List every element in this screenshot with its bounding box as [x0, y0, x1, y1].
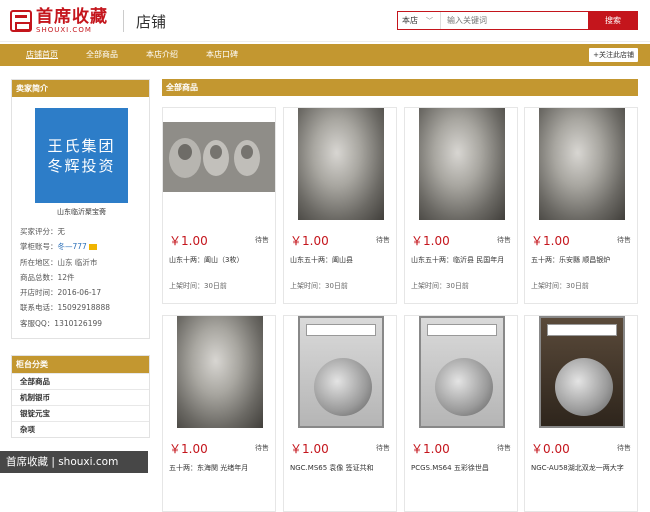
coin-image [435, 358, 493, 416]
product-title[interactable]: PCGS.MS64 五彩徐世昌 [411, 463, 515, 473]
product-title[interactable]: 山东五十两：阖山县 [290, 255, 394, 265]
product-price: ￥0.00 [531, 442, 570, 456]
product-price: ￥1.00 [411, 442, 450, 456]
nav-shop-home[interactable]: 店铺首页 [12, 44, 72, 66]
search-scope-label: 本店 [402, 16, 418, 25]
product-card[interactable]: ￥1.00 待售 五十两：乐安縣 顺昌银炉 上架时间：30日前 [524, 107, 638, 304]
search-scope-select[interactable]: 本店 ﹀ [398, 12, 441, 29]
category-misc[interactable]: 杂项 [12, 421, 149, 437]
product-status: 待售 [497, 236, 511, 244]
shop-avatar-image[interactable]: 王氏集团 冬辉投资 [35, 108, 128, 203]
product-image[interactable] [419, 316, 505, 428]
grading-label [427, 324, 497, 336]
product-date: 上架时间：30日前 [169, 282, 227, 290]
seller-account: 掌柜账号：冬—777 [20, 239, 110, 254]
coin-image [314, 358, 372, 416]
product-card[interactable]: ￥1.00 待售 山东五十两：临沂县 民国年月 上架时间：30日前 [404, 107, 518, 304]
product-card[interactable]: ￥1.00 待售 五十两：东海関 光绪年月 [162, 315, 276, 512]
message-icon[interactable] [88, 244, 97, 251]
product-image[interactable] [298, 108, 384, 220]
seller-info: 买家评分：无 掌柜账号：冬—777 所在地区：山东 临沂市 商品总数：12件 开… [20, 224, 110, 331]
search-button[interactable]: 搜索 [588, 11, 638, 30]
shop-label: 店铺 [136, 13, 167, 31]
shop-avatar-line-1: 王氏集团 [47, 136, 116, 155]
category-silver-ingots[interactable]: 银锭元宝 [12, 405, 149, 421]
product-date: 上架时间：30日前 [411, 282, 469, 290]
product-status: 待售 [617, 236, 631, 244]
search-input[interactable] [441, 12, 588, 29]
product-card[interactable]: ￥0.00 待售 NGC-AU58湖北双龙一两大字 [524, 315, 638, 512]
shop-nav: 店铺首页 全部商品 本店介绍 本店口碑 +关注此店铺 [0, 44, 650, 66]
product-price: ￥1.00 [290, 442, 329, 456]
product-status: 待售 [376, 236, 390, 244]
product-date: 上架时间：30日前 [531, 282, 589, 290]
product-image[interactable] [539, 316, 625, 428]
product-status: 待售 [255, 236, 269, 244]
shop-name[interactable]: 山东临沂聚宝斋 [12, 207, 151, 217]
product-title[interactable]: 五十两：乐安縣 顺昌银炉 [531, 255, 635, 265]
logo-chinese-text: 首席收藏 [36, 7, 108, 27]
all-products-title: 全部商品 [162, 79, 638, 96]
nav-shop-intro[interactable]: 本店介绍 [132, 44, 192, 66]
follow-shop-button[interactable]: +关注此店铺 [589, 48, 638, 62]
nav-all-products[interactable]: 全部商品 [72, 44, 132, 66]
seller-location: 所在地区：山东 临沂市 [20, 257, 98, 267]
category-box: 柜台分类 全部商品 机制银币 银锭元宝 杂项 [11, 355, 150, 438]
product-title[interactable]: NGC.MS65 袁像 签证共和 [290, 463, 394, 473]
chevron-down-icon: ﹀ [426, 16, 433, 25]
product-price: ￥1.00 [411, 234, 450, 248]
site-watermark: 首席收藏 | shouxi.com [0, 451, 148, 473]
product-image[interactable] [419, 108, 505, 220]
category-title: 柜台分类 [12, 356, 149, 373]
product-status: 待售 [497, 444, 511, 452]
grading-label [547, 324, 617, 336]
seller-profile-title: 卖家简介 [12, 80, 149, 97]
product-status: 待售 [617, 444, 631, 452]
grading-label [306, 324, 376, 336]
product-date: 上架时间：30日前 [290, 282, 348, 290]
product-image[interactable] [298, 316, 384, 428]
site-logo[interactable]: 首席收藏 SHOUXI.COM [10, 8, 108, 34]
service-qq: 客服QQ：1310126199 [20, 318, 103, 328]
product-status: 待售 [255, 444, 269, 452]
product-image[interactable] [539, 108, 625, 220]
category-silver-coins[interactable]: 机制银币 [12, 389, 149, 405]
sidebar: 卖家简介 王氏集团 冬辉投资 山东临沂聚宝斋 买家评分：无 掌柜账号：冬—777… [11, 79, 150, 438]
logo-icon [10, 10, 32, 32]
product-title[interactable]: 山东五十两：临沂县 民国年月 [411, 255, 515, 265]
contact-phone: 联系电话：15092918888 [20, 303, 110, 313]
product-card[interactable]: ￥1.00 待售 PCGS.MS64 五彩徐世昌 [404, 315, 518, 512]
product-card[interactable]: ￥1.00 待售 山东十两：阖山（3枚） 上架时间：30日前 [162, 107, 276, 304]
product-price: ￥1.00 [290, 234, 329, 248]
product-image[interactable] [163, 108, 275, 220]
open-date: 开店时间：2016-06-17 [20, 288, 102, 298]
buyer-rating: 买家评分：无 [20, 227, 65, 236]
product-title[interactable]: NGC-AU58湖北双龙一两大字 [531, 463, 635, 473]
site-header: 首席收藏 SHOUXI.COM 店铺 本店 ﹀ 搜索 [0, 0, 650, 42]
seller-account-label: 掌柜账号： [20, 242, 58, 252]
product-status: 待售 [376, 444, 390, 452]
logo-english-text: SHOUXI.COM [36, 26, 92, 34]
product-title[interactable]: 山东十两：阖山（3枚） [169, 255, 273, 265]
category-all[interactable]: 全部商品 [12, 373, 149, 389]
ingot-image [163, 122, 275, 192]
product-card[interactable]: ￥1.00 待售 NGC.MS65 袁像 签证共和 [283, 315, 397, 512]
product-card[interactable]: ￥1.00 待售 山东五十两：阖山县 上架时间：30日前 [283, 107, 397, 304]
product-title[interactable]: 五十两：东海関 光绪年月 [169, 463, 273, 473]
seller-profile: 卖家简介 王氏集团 冬辉投资 山东临沂聚宝斋 买家评分：无 掌柜账号：冬—777… [11, 79, 150, 339]
seller-account-link[interactable]: 冬—777 [58, 242, 87, 251]
header-divider [123, 10, 124, 32]
search-box: 本店 ﹀ [397, 11, 589, 30]
product-count: 商品总数：12件 [20, 272, 75, 282]
product-price: ￥1.00 [169, 234, 208, 248]
nav-shop-reviews[interactable]: 本店口碑 [192, 44, 252, 66]
shop-avatar-line-2: 冬辉投资 [47, 156, 116, 175]
coin-image [555, 358, 613, 416]
product-image[interactable] [177, 316, 263, 428]
product-price: ￥1.00 [531, 234, 570, 248]
product-price: ￥1.00 [169, 442, 208, 456]
